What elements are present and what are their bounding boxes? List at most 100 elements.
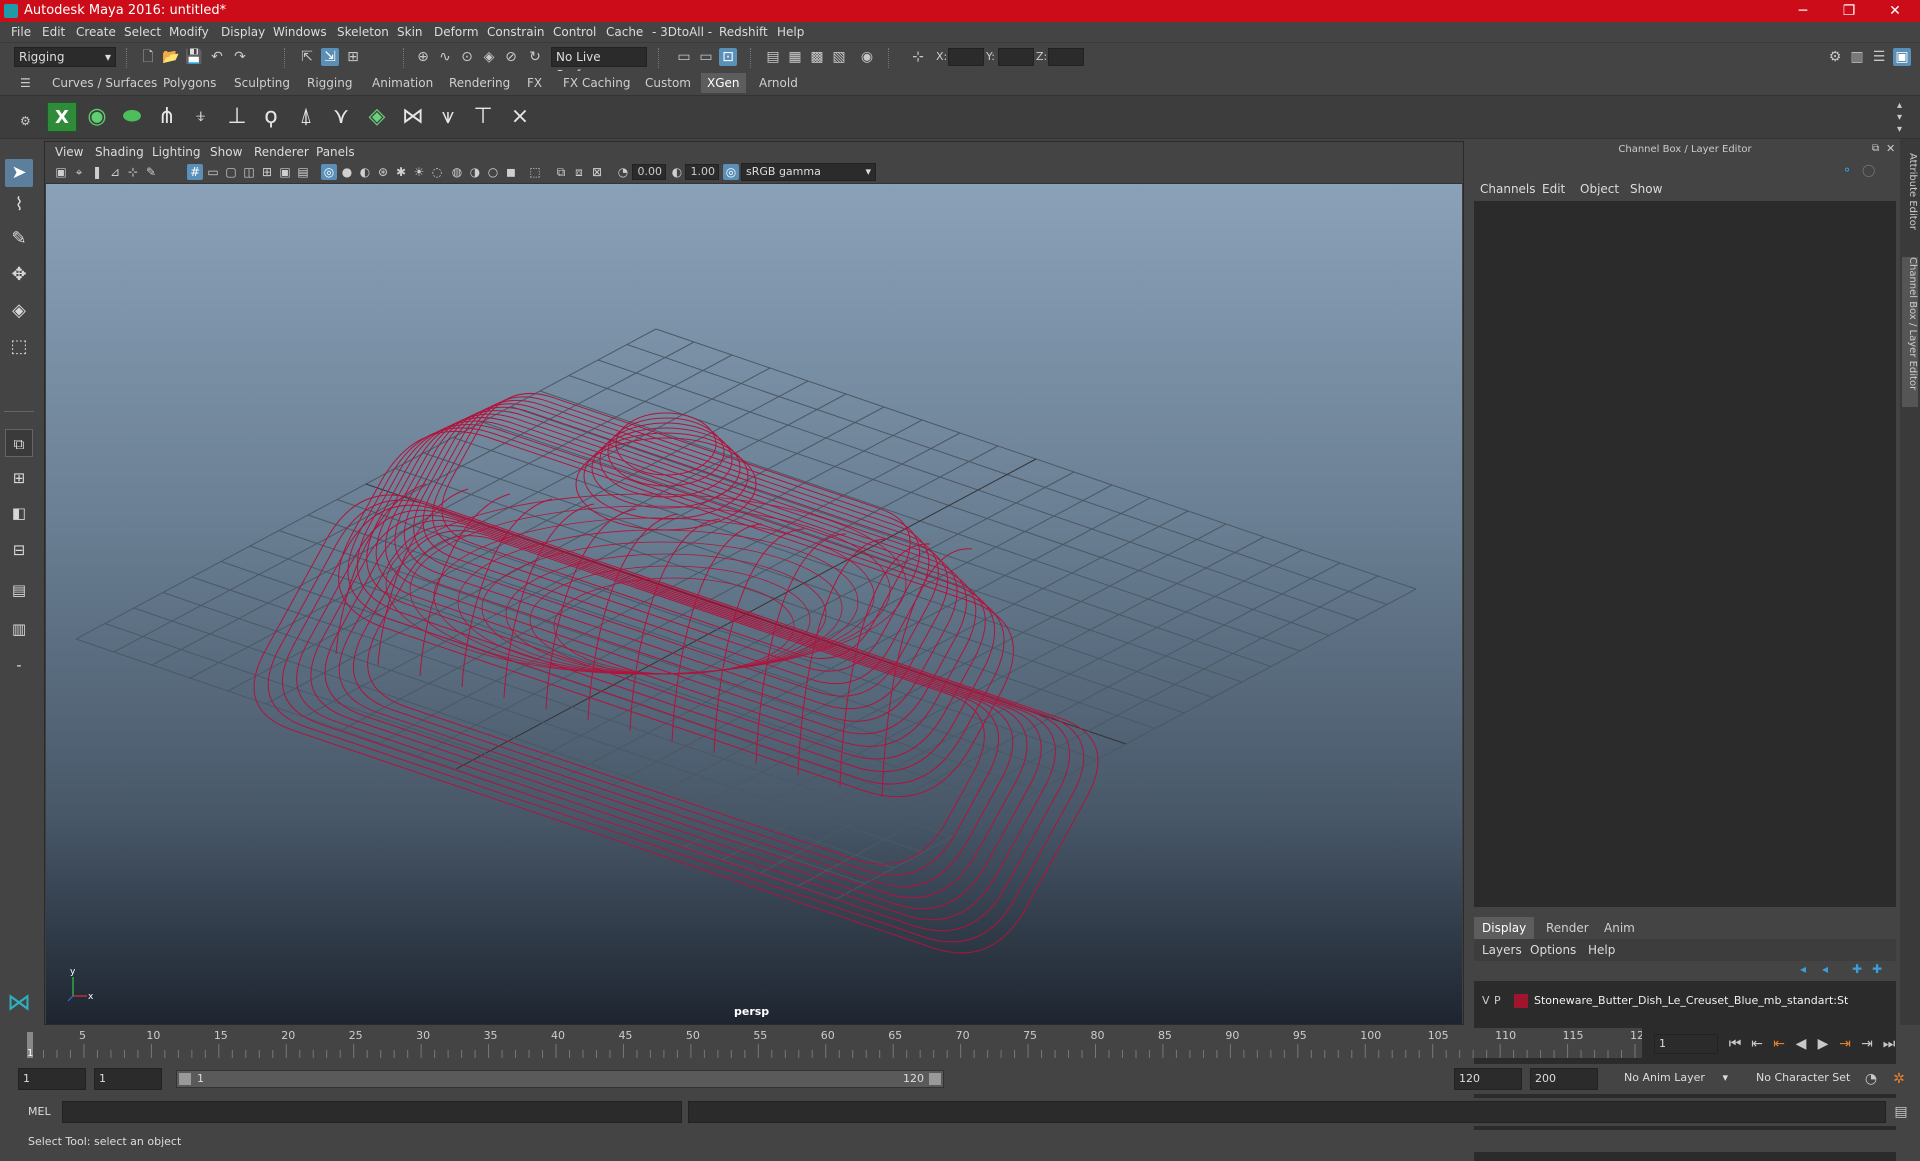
input-ops-icon[interactable]: ▭ xyxy=(675,48,693,66)
xgen-interactive-groom-icon[interactable]: ⬬ xyxy=(117,102,147,132)
persp-uv-layout-icon[interactable]: ▥ xyxy=(5,615,33,643)
open-scene-icon[interactable]: 📂 xyxy=(162,48,180,66)
side-tab-channel-box[interactable]: Channel Box / Layer Editor xyxy=(1902,257,1918,407)
hypershade-icon[interactable]: ◉ xyxy=(858,48,876,66)
xray-icon[interactable]: ⧉ xyxy=(553,164,569,180)
step-back-icon[interactable]: ⇤ xyxy=(1748,1035,1766,1053)
single-view-layout-icon[interactable]: ⧉ xyxy=(5,429,33,457)
new-layer-icon[interactable]: ✚ xyxy=(1852,962,1862,976)
menu-cache[interactable]: Cache xyxy=(606,25,643,39)
persp-outliner-layout-icon[interactable]: ◧ xyxy=(5,499,33,527)
float-panel-icon[interactable]: ⧉ xyxy=(1872,143,1879,154)
menu-help[interactable]: Help xyxy=(777,25,804,39)
layer-tab-anim[interactable]: Anim xyxy=(1596,917,1643,939)
camera-attributes-icon[interactable]: ⌖ xyxy=(71,164,87,180)
lock-guide-icon[interactable]: ⍋ xyxy=(291,102,321,132)
lasso-tool-icon[interactable]: ⌇ xyxy=(5,191,33,219)
layer-visibility-toggle[interactable]: V xyxy=(1482,994,1490,1007)
grid-toggle-icon[interactable]: # xyxy=(187,164,203,180)
grease-pencil-icon[interactable]: ✎ xyxy=(143,164,159,180)
menu-3dtoall[interactable]: - 3DtoAll - xyxy=(652,25,712,39)
z-coord-field[interactable] xyxy=(1048,48,1084,66)
close-button[interactable]: ✕ xyxy=(1872,0,1918,22)
animation-preferences-icon[interactable]: ✲ xyxy=(1890,1070,1908,1088)
new-layer-selected-icon[interactable]: ✚ xyxy=(1872,962,1882,976)
xray-active-components-icon[interactable]: ⧈ xyxy=(571,164,587,180)
cb-menu-channels[interactable]: Channels xyxy=(1480,182,1536,196)
move-tool-icon[interactable]: ✥ xyxy=(5,261,33,289)
scene-end-field[interactable]: 200 xyxy=(1530,1068,1598,1090)
close-panel-icon[interactable]: ✕ xyxy=(1886,142,1895,155)
shelf-menu-icon[interactable]: ☰ xyxy=(20,77,32,89)
menu-skin[interactable]: Skin xyxy=(397,25,423,39)
motion-blur-icon[interactable]: ◑ xyxy=(467,164,483,180)
menu-display[interactable]: Display xyxy=(221,25,265,39)
density-brush-icon[interactable]: ◈ xyxy=(362,102,392,132)
wireframe-icon[interactable]: ◎ xyxy=(321,164,337,180)
create-groom-icon[interactable]: ⋔ xyxy=(152,102,182,132)
channel-box-toggle-icon[interactable]: ▣ xyxy=(1893,48,1911,66)
length-brush-icon[interactable]: ⋈ xyxy=(398,102,428,132)
image-plane-icon[interactable]: ⊿ xyxy=(107,164,123,180)
shelf-tab-animation[interactable]: Animation xyxy=(366,73,439,93)
cb-menu-object[interactable]: Object xyxy=(1580,182,1619,196)
persp-hypershade-layout-icon[interactable]: ▤ xyxy=(5,576,33,604)
isolate-select-icon[interactable]: ⬚ xyxy=(527,164,543,180)
select-component-icon[interactable]: ⊞ xyxy=(344,48,362,66)
exposure-field[interactable]: 0.00 xyxy=(632,164,666,180)
vp-menu-shading[interactable]: Shading xyxy=(95,145,144,159)
field-chart-icon[interactable]: ⊞ xyxy=(259,164,275,180)
menu-skeleton[interactable]: Skeleton xyxy=(337,25,389,39)
view-transform-icon[interactable]: ◎ xyxy=(723,164,739,180)
y-coord-field[interactable] xyxy=(998,48,1034,66)
current-frame-field[interactable]: 1 xyxy=(1654,1034,1718,1054)
shelf-tab-xgen[interactable]: XGen xyxy=(701,73,746,93)
object-icon[interactable]: ⚬ xyxy=(1842,163,1852,177)
wireframe-on-shaded-icon[interactable]: ⊛ xyxy=(375,164,391,180)
select-object-icon[interactable]: ⇲ xyxy=(321,48,339,66)
shelf-tab-curves-surfaces[interactable]: Curves / Surfaces xyxy=(46,73,163,93)
use-all-lights-icon[interactable]: ☀ xyxy=(411,164,427,180)
menu-modify[interactable]: Modify xyxy=(169,25,209,39)
move-layer-up-icon[interactable]: ◂ xyxy=(1800,962,1806,976)
cut-brush-icon[interactable]: ⩛ xyxy=(433,102,463,132)
step-forward-key-icon[interactable]: ⇥ xyxy=(1836,1035,1854,1053)
vp-menu-lighting[interactable]: Lighting xyxy=(152,145,201,159)
smooth-brush-icon[interactable]: ⊤ xyxy=(468,102,498,132)
film-gate-icon[interactable]: ▭ xyxy=(205,164,221,180)
tool-settings-toggle-icon[interactable]: ☰ xyxy=(1870,48,1888,66)
restore-button[interactable]: ❐ xyxy=(1826,0,1872,22)
snap-view-plane-icon[interactable]: ◈ xyxy=(480,48,498,66)
make-live-icon[interactable]: ↻ xyxy=(526,48,544,66)
rotate-tool-icon[interactable]: ◈ xyxy=(5,297,33,325)
go-to-end-icon[interactable]: ⏭ xyxy=(1880,1035,1898,1053)
range-handle-end[interactable] xyxy=(929,1073,941,1085)
render-view-icon[interactable]: ▤ xyxy=(764,48,782,66)
render-settings-icon[interactable]: ▧ xyxy=(830,48,848,66)
screen-space-ao-icon[interactable]: ◍ xyxy=(449,164,465,180)
smooth-shade-icon[interactable]: ● xyxy=(339,164,355,180)
xgen-editor-icon[interactable]: X xyxy=(47,102,77,132)
step-back-key-icon[interactable]: ⇤ xyxy=(1770,1035,1788,1053)
range-handle-start[interactable] xyxy=(179,1073,191,1085)
menu-deform[interactable]: Deform xyxy=(434,25,479,39)
layer-tab-display[interactable]: Display xyxy=(1474,917,1535,939)
playback-start-field[interactable]: 1 xyxy=(94,1068,162,1090)
range-slider[interactable]: 1 120 xyxy=(176,1070,944,1088)
select-tool-icon[interactable]: ➤ xyxy=(5,159,33,187)
gamma-icon[interactable]: ◐ xyxy=(669,164,685,180)
shelf-tab-sculpting[interactable]: Sculpting xyxy=(228,73,296,93)
shelf-tab-custom[interactable]: Custom xyxy=(639,73,697,93)
command-input[interactable] xyxy=(62,1101,682,1123)
go-to-start-icon[interactable]: ⏮ xyxy=(1726,1035,1744,1053)
render-frame-icon[interactable]: ▦ xyxy=(786,48,804,66)
transform-mode-icon[interactable]: ⊹ xyxy=(909,48,927,66)
paint-select-tool-icon[interactable]: ✎ xyxy=(5,225,33,253)
x-coord-field[interactable] xyxy=(948,48,984,66)
play-forwards-icon[interactable]: ▶ xyxy=(1814,1035,1832,1053)
scene-start-field[interactable]: 1 xyxy=(18,1068,86,1090)
snap-curve-icon[interactable]: ∿ xyxy=(436,48,454,66)
gate-mask-icon[interactable]: ◫ xyxy=(241,164,257,180)
textured-icon[interactable]: ✱ xyxy=(393,164,409,180)
menu-constrain[interactable]: Constrain xyxy=(487,25,545,39)
